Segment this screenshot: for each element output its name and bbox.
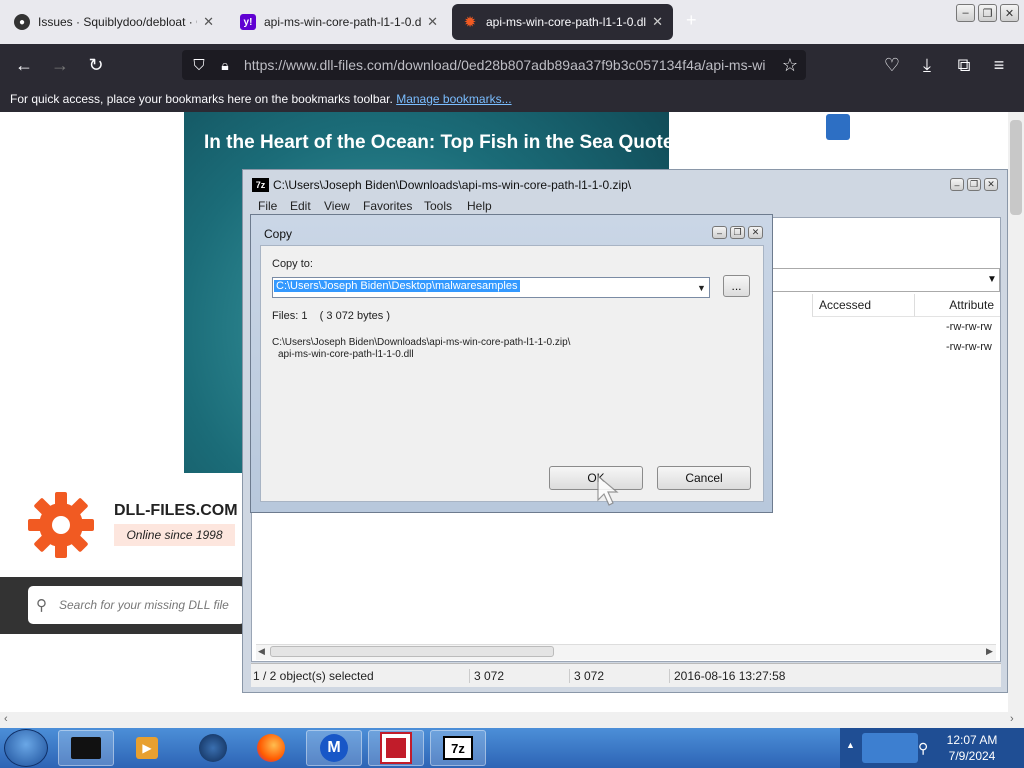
menu-icon[interactable]: ≡ bbox=[986, 52, 1012, 78]
back-icon[interactable]: ← bbox=[11, 52, 37, 78]
close-icon[interactable]: ✕ bbox=[1000, 4, 1019, 22]
extensions-icon[interactable]: ⧉ bbox=[951, 52, 977, 78]
clock-time: 12:07 AM bbox=[946, 733, 998, 747]
search-icon: ⚲ bbox=[36, 597, 47, 614]
path-combo[interactable] bbox=[770, 268, 1000, 292]
maximize-icon[interactable]: ❐ bbox=[730, 226, 745, 239]
close-tab-icon[interactable]: ✕ bbox=[427, 14, 438, 30]
manage-bookmarks-link[interactable]: Manage bookmarks... bbox=[396, 92, 511, 106]
lock-icon[interactable]: 🔒︎ bbox=[212, 52, 238, 78]
chevron-down-icon[interactable]: ▼ bbox=[697, 283, 706, 293]
mouse-cursor-icon bbox=[597, 474, 619, 506]
maximize-icon[interactable]: ❐ bbox=[978, 4, 997, 22]
scrollbar-thumb[interactable] bbox=[1010, 120, 1022, 215]
cancel-button[interactable]: Cancel bbox=[657, 466, 751, 490]
url-text[interactable]: https://www.dll-files.com/download/0ed28… bbox=[244, 57, 774, 73]
copy-to-label: Copy to: bbox=[272, 258, 313, 270]
forward-icon[interactable]: → bbox=[47, 52, 73, 78]
scroll-left-icon[interactable]: ‹ bbox=[4, 713, 8, 725]
menu-tools[interactable]: Tools bbox=[424, 199, 452, 213]
dialog-title: Copy bbox=[264, 227, 293, 241]
7zip-icon[interactable]: 7z bbox=[430, 730, 486, 766]
github-icon: ● bbox=[14, 14, 30, 30]
procmon-icon[interactable] bbox=[368, 730, 424, 766]
row-attributes[interactable]: -rw-rw-rw bbox=[946, 341, 992, 353]
close-tab-icon[interactable]: ✕ bbox=[652, 14, 663, 30]
tab-yahoo[interactable]: y! api-ms-win-core-path-l1-1-0.dl ✕ bbox=[230, 4, 448, 40]
media-player-icon[interactable]: ▶ bbox=[119, 730, 175, 766]
bookmarks-toolbar: For quick access, place your bookmarks h… bbox=[0, 86, 1024, 112]
browse-button[interactable]: ... bbox=[723, 275, 750, 297]
scroll-right-icon[interactable]: ▶ bbox=[986, 646, 993, 657]
close-icon[interactable]: ✕ bbox=[748, 226, 763, 239]
scroll-right-icon[interactable]: › bbox=[1010, 713, 1014, 725]
brand-name[interactable]: DLL-FILES.COM bbox=[114, 502, 238, 520]
status-size: 3 072 bbox=[469, 669, 504, 683]
network-globe-icon[interactable] bbox=[185, 730, 241, 766]
column-attributes[interactable]: Attribute bbox=[914, 294, 1000, 317]
downloads-icon[interactable]: ⤓ bbox=[914, 52, 940, 78]
hero-title[interactable]: In the Heart of the Ocean: Top Fish in t… bbox=[204, 132, 669, 154]
shield-icon[interactable]: ⛉ bbox=[186, 52, 212, 78]
maximize-icon[interactable]: ❐ bbox=[967, 178, 981, 191]
sevenzip-title: C:\Users\Joseph Biden\Downloads\api-ms-w… bbox=[273, 178, 632, 192]
menu-favorites[interactable]: Favorites bbox=[363, 199, 412, 213]
dll-files-logo[interactable] bbox=[26, 490, 96, 560]
tab-label: api-ms-win-core-path-l1-1-0.dl bbox=[264, 15, 422, 29]
tray-security-icons[interactable] bbox=[862, 733, 918, 763]
terminal-icon[interactable] bbox=[58, 730, 114, 766]
tab-dll-files[interactable]: ✹ api-ms-win-core-path-l1-1-0.dl ✕ bbox=[452, 4, 673, 40]
tab-label: api-ms-win-core-path-l1-1-0.dl bbox=[486, 15, 647, 29]
since-badge: Online since 1998 bbox=[114, 524, 235, 546]
files-info: Files: 1 ( 3 072 bytes ) bbox=[272, 310, 390, 322]
minimize-icon[interactable]: – bbox=[712, 226, 727, 239]
destination-value[interactable]: C:\Users\Joseph Biden\Desktop\malwaresam… bbox=[274, 280, 520, 292]
malwarebytes-icon[interactable]: M bbox=[306, 730, 362, 766]
minimize-icon[interactable]: – bbox=[956, 4, 975, 22]
status-modified: 2016-08-16 13:27:58 bbox=[669, 669, 785, 683]
bookmark-star-icon[interactable]: ☆ bbox=[777, 52, 803, 78]
search-placeholder: Search for your missing DLL file bbox=[59, 598, 229, 612]
pocket-icon[interactable]: ♡ bbox=[879, 52, 905, 78]
source-path: C:\Users\Joseph Biden\Downloads\api-ms-w… bbox=[272, 337, 571, 348]
tab-label: Issues · Squiblydoo/debloat · Gi bbox=[38, 15, 198, 29]
minimize-icon[interactable]: – bbox=[950, 178, 964, 191]
chevron-down-icon[interactable]: ▼ bbox=[987, 274, 997, 285]
status-packed: 3 072 bbox=[569, 669, 604, 683]
network-tray-icon[interactable]: ⚲ bbox=[918, 740, 928, 757]
tray-expand-icon[interactable]: ▲ bbox=[846, 740, 855, 750]
document-icon[interactable] bbox=[826, 114, 850, 140]
menu-help[interactable]: Help bbox=[467, 199, 492, 213]
scrollbar-thumb[interactable] bbox=[270, 646, 554, 657]
page-horizontal-scrollbar[interactable] bbox=[0, 712, 1024, 728]
tab-github[interactable]: ● Issues · Squiblydoo/debloat · Gi ✕ bbox=[4, 4, 224, 40]
clock[interactable]: 12:07 AM 7/9/2024 bbox=[936, 732, 1008, 764]
firefox-icon[interactable] bbox=[243, 730, 299, 766]
new-tab-button[interactable]: + bbox=[686, 10, 697, 31]
reload-icon[interactable]: ↻ bbox=[83, 52, 109, 78]
7zip-icon: 7z bbox=[252, 178, 269, 192]
status-selection: 1 / 2 object(s) selected bbox=[253, 669, 374, 683]
status-bar: 1 / 2 object(s) selected 3 072 3 072 201… bbox=[251, 663, 1001, 687]
source-file: api-ms-win-core-path-l1-1-0.dll bbox=[278, 349, 414, 360]
close-icon[interactable]: ✕ bbox=[984, 178, 998, 191]
close-tab-icon[interactable]: ✕ bbox=[203, 14, 214, 30]
row-attributes[interactable]: -rw-rw-rw bbox=[946, 321, 992, 333]
scroll-left-icon[interactable]: ◀ bbox=[258, 646, 265, 657]
column-accessed[interactable]: Accessed bbox=[812, 294, 914, 317]
menu-view[interactable]: View bbox=[324, 199, 350, 213]
start-orb-icon[interactable] bbox=[4, 729, 48, 767]
menu-edit[interactable]: Edit bbox=[290, 199, 311, 213]
dll-files-gear-icon: ✹ bbox=[463, 14, 477, 31]
clock-date: 7/9/2024 bbox=[948, 749, 996, 763]
yahoo-icon: y! bbox=[240, 14, 256, 30]
bookmarks-prompt: For quick access, place your bookmarks h… bbox=[10, 92, 393, 106]
menu-file[interactable]: File bbox=[258, 199, 277, 213]
